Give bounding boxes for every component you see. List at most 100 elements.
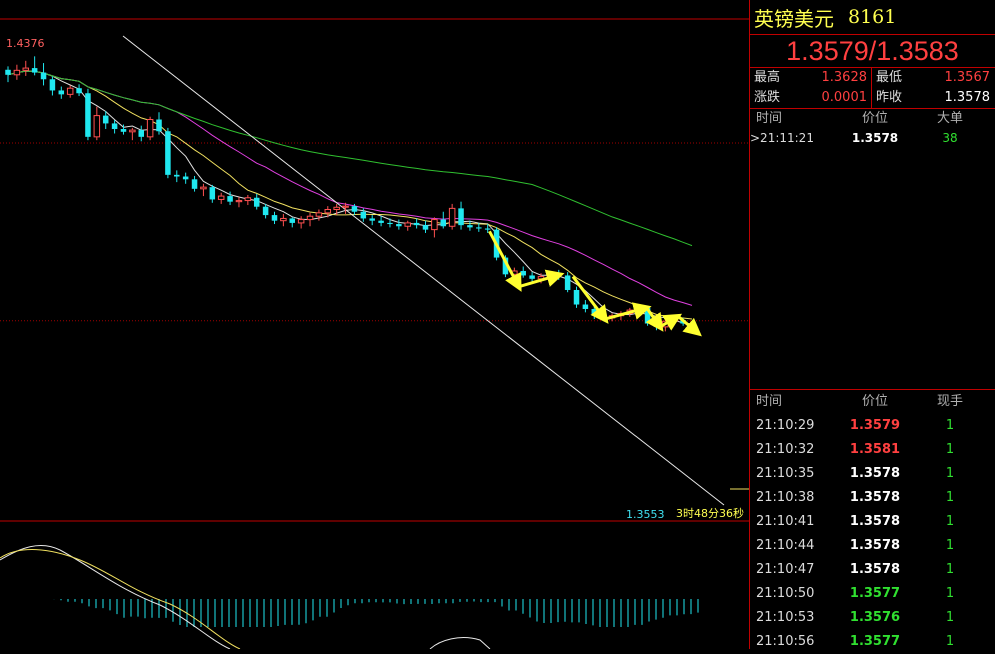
candle-body [235, 200, 243, 203]
candle-body [156, 119, 162, 132]
ma20-line [7, 70, 693, 306]
tick-time: 21:10:53 [756, 610, 815, 625]
big-orders-header-qty: 大单 [936, 111, 963, 126]
tick-qty: 1 [945, 562, 955, 577]
tick-time: 21:10:41 [756, 514, 815, 529]
candle-body [324, 209, 332, 214]
tick-time: 21:10:38 [756, 490, 815, 505]
candle-body [102, 115, 109, 124]
candle-body [396, 224, 402, 227]
big-orders-header-price: 价位 [861, 111, 888, 126]
candle-body [422, 225, 429, 230]
tick-qty: 1 [945, 610, 955, 625]
tick-row[interactable]: 21:10:35 1.3578 1 [750, 462, 995, 486]
tick-row[interactable]: 21:10:29 1.3579 1 [750, 414, 995, 438]
instrument-name: 英镑美元 [754, 6, 834, 31]
high-value: 1.3628 [821, 70, 868, 85]
candle-body [262, 206, 269, 216]
tick-price: 1.3577 [849, 586, 901, 601]
countdown-label: 3时48分36秒 [676, 506, 744, 520]
candle-body [289, 218, 296, 223]
candle-body [280, 217, 287, 222]
candle-body [22, 67, 30, 71]
trendline [122, 35, 725, 506]
stats-table: 最高 1.3628 最低 1.3567 涨跌 0.0001 昨收 1.3578 [750, 68, 995, 109]
candle-body [582, 304, 589, 309]
tick-row[interactable]: 21:10:47 1.3578 1 [750, 558, 995, 582]
candle-body [76, 88, 82, 94]
tick-row[interactable]: 21:10:53 1.3576 1 [750, 606, 995, 630]
candle-body [209, 187, 216, 200]
quote-panel: 英镑美元 8161 1.3579/1.3583 最高 1.3628 最低 1.356… [749, 0, 995, 649]
candle-body [182, 176, 189, 180]
candle-body [297, 219, 305, 224]
tick-qty: 1 [945, 466, 955, 481]
candle-body [404, 222, 411, 227]
tick-qty: 1 [945, 634, 955, 649]
tick-row[interactable]: 21:10:56 1.3577 1 [750, 630, 995, 654]
big-order-row[interactable]: >21:11:21 1.3578 38 [750, 129, 995, 147]
big-order-qty: 38 [942, 131, 958, 145]
candle-body [306, 215, 314, 221]
candlestick-chart[interactable]: 1.4376 1.3553 3时48分36秒 [0, 0, 749, 649]
instrument-code: 8161 [848, 6, 897, 28]
candle-body [129, 129, 136, 133]
candle-body [476, 227, 482, 229]
candle-body [93, 115, 101, 138]
tick-price: 1.3578 [849, 562, 901, 577]
candle-body [217, 195, 225, 200]
prev-close-label: 昨收 [876, 90, 903, 105]
candle-body [58, 90, 65, 95]
tick-qty: 1 [945, 538, 955, 553]
tick-time: 21:10:47 [756, 562, 815, 577]
tick-price: 1.3578 [849, 514, 901, 529]
tick-row[interactable]: 21:10:32 1.3581 1 [750, 438, 995, 462]
bid-ask-price: 1.3579/1.3583 [750, 35, 995, 68]
candle-body [387, 222, 393, 225]
tick-row[interactable]: 21:10:44 1.3578 1 [750, 534, 995, 558]
candle-body [458, 208, 464, 226]
macd-dea-line [0, 549, 241, 649]
candle-body [413, 222, 420, 226]
tick-row[interactable]: 21:10:50 1.3577 1 [750, 582, 995, 606]
tick-row[interactable]: 21:10:41 1.3578 1 [750, 510, 995, 534]
big-orders-section: 时间 价位 大单 >21:11:21 1.3578 38 [750, 109, 995, 390]
candle-body [520, 270, 526, 276]
tick-time: 21:10:32 [756, 442, 815, 457]
low-price-label: 1.3553 [626, 508, 665, 521]
candle-body [31, 68, 38, 73]
ticks-section: 时间 价位 现手 21:10:29 1.3579 1 21:10:32 1.3581 1 2… [750, 390, 995, 654]
candle-body [200, 186, 207, 190]
low-label: 最低 [876, 70, 903, 85]
prev-close-value: 1.3578 [944, 90, 991, 105]
candle-body [431, 219, 438, 231]
big-orders-header-time: 时间 [756, 111, 783, 126]
chart-area[interactable]: 1.4376 1.3553 3时48分36秒 [0, 0, 749, 649]
ma60-line [7, 70, 693, 247]
candle-body [440, 219, 447, 227]
tick-time: 21:10:56 [756, 634, 815, 649]
tick-price: 1.3579 [849, 418, 901, 433]
macd-dif-line-2 [429, 637, 491, 649]
tick-price: 1.3578 [849, 490, 901, 505]
tick-price: 1.3576 [849, 610, 901, 625]
big-order-price: 1.3578 [851, 131, 899, 145]
candle-body [227, 196, 233, 202]
quote-title: 英镑美元 8161 [750, 0, 995, 35]
tick-row[interactable]: 21:10:38 1.3578 1 [750, 486, 995, 510]
tick-price: 1.3577 [849, 634, 901, 649]
candle-body [244, 197, 252, 202]
tick-time: 21:10:50 [756, 586, 815, 601]
big-order-time: >21:11:21 [750, 131, 814, 145]
tick-price: 1.3578 [849, 466, 901, 481]
high-price-label: 1.4376 [6, 37, 45, 50]
tick-qty: 1 [945, 586, 955, 601]
candle-body [174, 174, 180, 177]
candle-body [49, 79, 56, 91]
candle-body [146, 119, 154, 138]
tick-qty: 1 [945, 418, 955, 433]
candle-body [85, 93, 91, 137]
candle-body [66, 87, 74, 95]
candle-body [191, 179, 198, 189]
ticks-header-time: 时间 [756, 394, 783, 409]
